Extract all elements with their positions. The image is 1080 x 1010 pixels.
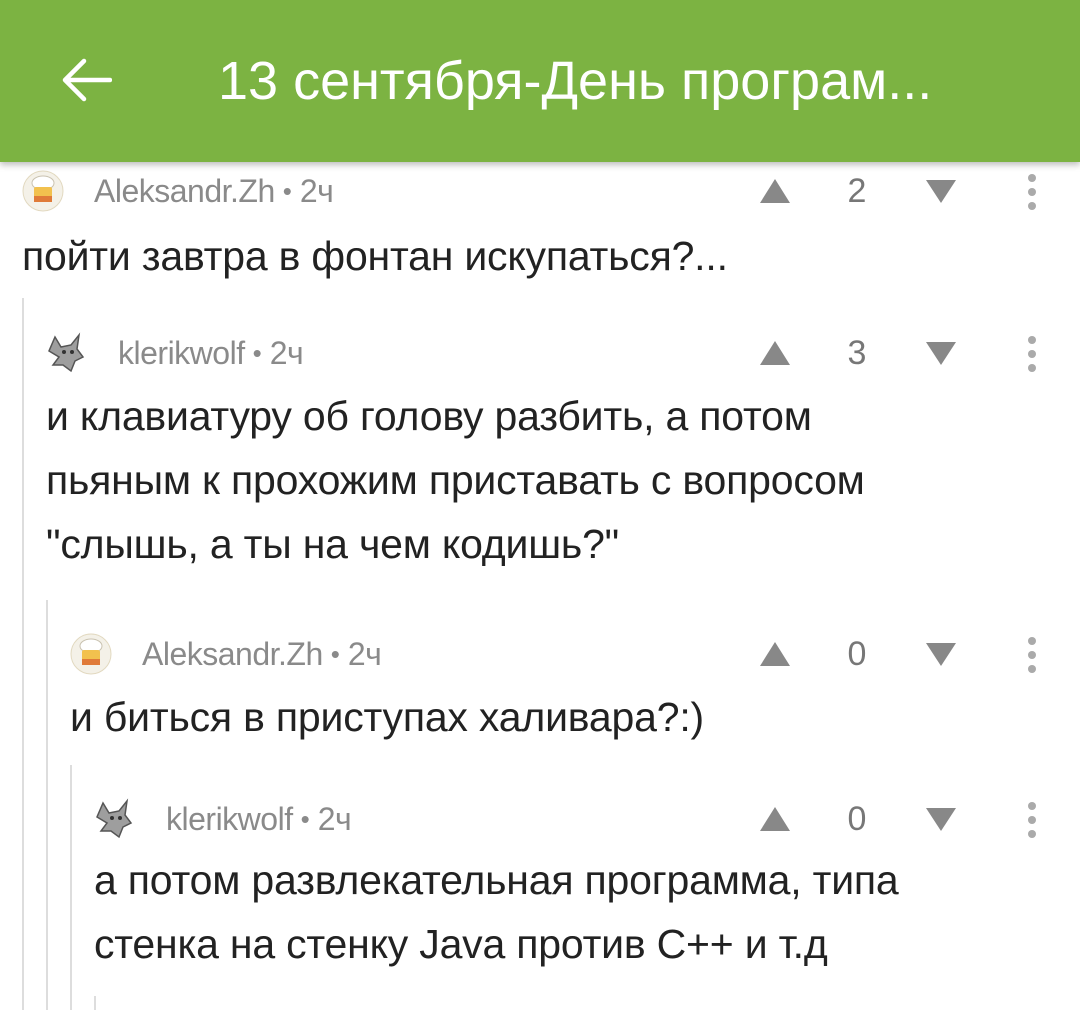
downvote-button[interactable]: [918, 633, 964, 675]
comment-time: 2ч: [269, 334, 304, 371]
comment-author[interactable]: klerikwolf: [166, 801, 293, 838]
chef-icon: [22, 170, 64, 212]
meta-separator: •: [300, 803, 310, 834]
back-button[interactable]: [52, 46, 120, 114]
downvote-button[interactable]: [918, 798, 964, 840]
more-vertical-icon: [1028, 802, 1036, 838]
comment: Aleksandr.Zh • 2ч 2 пойти завтра в фонта…: [0, 166, 1080, 286]
comment: klerikwolf • 2ч 0 а потом развлекательна…: [0, 794, 1080, 1004]
meta-separator: •: [282, 175, 292, 206]
more-vertical-icon: [1028, 336, 1036, 372]
avatar[interactable]: [44, 330, 90, 376]
upvote-button[interactable]: [752, 798, 798, 840]
avatar[interactable]: [92, 796, 138, 842]
comment-text: и биться в приступах халивара?:): [70, 694, 704, 740]
arrow-left-icon: [62, 58, 112, 102]
upvote-button[interactable]: [752, 332, 798, 374]
upvote-button[interactable]: [752, 170, 798, 212]
chevron-down-icon: [926, 643, 956, 666]
comment-text: и клавиатуру об голову разбить, а потом …: [46, 393, 865, 567]
comment-author[interactable]: klerikwolf: [118, 335, 245, 372]
comment-time: 2ч: [299, 172, 334, 209]
wolf-icon: [48, 332, 85, 373]
more-button[interactable]: [1016, 631, 1048, 679]
comment-text: пойти завтра в фонтан искупаться?...: [22, 233, 728, 279]
more-button[interactable]: [1016, 796, 1048, 844]
app-bar: 13 сентября-День програм...: [0, 0, 1080, 162]
more-button[interactable]: [1016, 168, 1048, 216]
meta-separator: •: [330, 638, 340, 669]
comment-meta: Aleksandr.Zh • 2ч: [68, 629, 382, 679]
comment-time: 2ч: [347, 635, 382, 672]
comment: klerikwolf • 2ч 3 и клавиатуру об голову…: [0, 328, 1080, 578]
comment-meta: Aleksandr.Zh • 2ч: [20, 166, 334, 216]
downvote-button[interactable]: [918, 170, 964, 212]
triangle-up-icon: [760, 807, 790, 831]
downvote-button[interactable]: [918, 332, 964, 374]
more-vertical-icon: [1028, 637, 1036, 673]
chef-icon: [70, 633, 112, 675]
triangle-up-icon: [760, 179, 790, 203]
comment: Aleksandr.Zh • 2ч 0 и биться в приступах…: [0, 629, 1080, 749]
rating-count: 3: [847, 334, 867, 372]
triangle-up-icon: [760, 642, 790, 666]
comment-meta: klerikwolf • 2ч: [44, 328, 304, 378]
upvote-button[interactable]: [752, 633, 798, 675]
chevron-down-icon: [926, 342, 956, 365]
page-title: 13 сентября-День програм...: [218, 51, 933, 111]
rating-count: 0: [847, 635, 867, 673]
rating-count: 0: [847, 800, 867, 838]
wolf-icon: [96, 798, 133, 839]
comment-time: 2ч: [317, 800, 352, 837]
chevron-down-icon: [926, 808, 956, 831]
chevron-down-icon: [926, 180, 956, 203]
comment-author[interactable]: Aleksandr.Zh: [142, 636, 323, 673]
meta-separator: •: [252, 337, 262, 368]
comment-author[interactable]: Aleksandr.Zh: [94, 173, 275, 210]
more-button[interactable]: [1016, 330, 1048, 378]
more-vertical-icon: [1028, 174, 1036, 210]
avatar[interactable]: [68, 631, 114, 677]
comment-text: а потом развлекательная программа, типа …: [94, 857, 899, 967]
comment-meta: klerikwolf • 2ч: [92, 794, 352, 844]
triangle-up-icon: [760, 341, 790, 365]
avatar[interactable]: [20, 168, 66, 214]
rating-count: 2: [847, 172, 867, 210]
